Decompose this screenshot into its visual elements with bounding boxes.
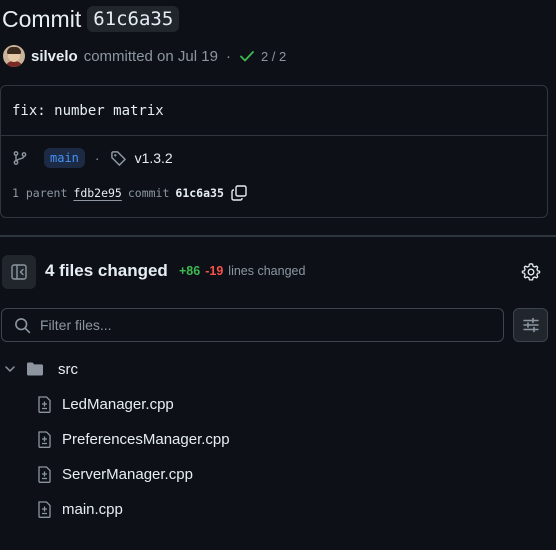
parent-sha-link[interactable]: fdb2e95 — [73, 186, 121, 200]
folder-label: src — [58, 360, 78, 378]
avatar[interactable] — [3, 45, 25, 67]
file-label: LedManager.cpp — [62, 395, 174, 413]
filter-options-icon — [522, 317, 539, 333]
file-diff-icon — [38, 395, 51, 413]
section-divider — [0, 235, 556, 237]
files-changed-header: 4 files changed +86 -19 lines changed — [0, 255, 556, 289]
toggle-file-tree-button[interactable] — [2, 255, 36, 289]
diff-stats: +86 -19 lines changed — [179, 264, 305, 278]
checks-count: 2 / 2 — [260, 48, 287, 64]
author-row: silvelo committed on Jul 19 · 2 / 2 — [3, 44, 286, 68]
additions-count: +86 — [179, 264, 201, 278]
file-diff-icon — [38, 430, 51, 448]
filter-files-input[interactable] — [40, 317, 480, 333]
separator-dot: · — [225, 47, 231, 65]
commit-message: fix: number matrix — [1, 86, 547, 136]
deletions-count: -19 — [205, 264, 224, 278]
folder-icon — [27, 362, 43, 376]
files-changed-title: 4 files changed — [45, 261, 168, 280]
branch-badge[interactable]: main — [44, 148, 85, 168]
gear-icon[interactable] — [521, 262, 541, 282]
lines-changed-label: lines changed — [228, 264, 306, 278]
commit-sha-badge: 61c6a35 — [87, 6, 180, 32]
filter-options-button[interactable] — [513, 308, 548, 342]
file-diff-icon — [38, 500, 51, 518]
file-label: PreferencesManager.cpp — [62, 430, 230, 448]
check-icon — [240, 51, 254, 62]
page-title: Commit 61c6a35 — [2, 4, 180, 34]
tag-icon — [110, 150, 126, 166]
filter-files-field[interactable] — [1, 308, 504, 342]
checks-status[interactable]: 2 / 2 — [239, 48, 286, 64]
separator-dot: · — [94, 150, 100, 166]
commit-date-text: committed on Jul 19 — [83, 47, 218, 65]
tree-file[interactable]: ServerManager.cpp — [37, 459, 193, 489]
commit-title-label: Commit — [2, 5, 82, 32]
chevron-down-icon — [5, 366, 15, 372]
commit-card: fix: number matrix main · v1.3.2 1 paren… — [0, 85, 548, 218]
commit-refs: main · v1.3.2 — [12, 146, 173, 170]
file-label: ServerManager.cpp — [62, 465, 193, 483]
search-icon — [15, 317, 31, 333]
file-label: main.cpp — [62, 500, 123, 518]
git-branch-icon — [13, 151, 27, 165]
tree-file[interactable]: LedManager.cpp — [37, 389, 174, 419]
author-link[interactable]: silvelo — [31, 48, 78, 65]
parent-label: 1 parent — [12, 186, 68, 200]
tree-file[interactable]: main.cpp — [37, 494, 123, 524]
tree-folder-src[interactable]: src — [4, 354, 78, 384]
tree-file[interactable]: PreferencesManager.cpp — [37, 424, 230, 454]
tag-link[interactable]: v1.3.2 — [135, 150, 173, 166]
sidebar-collapse-icon — [11, 264, 27, 280]
commit-label: commit — [127, 186, 170, 200]
file-diff-icon — [38, 465, 51, 483]
commit-meta: 1 parent fdb2e95 commit 61c6a35 — [12, 182, 248, 204]
commit-sha-text: 61c6a35 — [175, 186, 224, 200]
copy-icon[interactable] — [230, 184, 248, 202]
